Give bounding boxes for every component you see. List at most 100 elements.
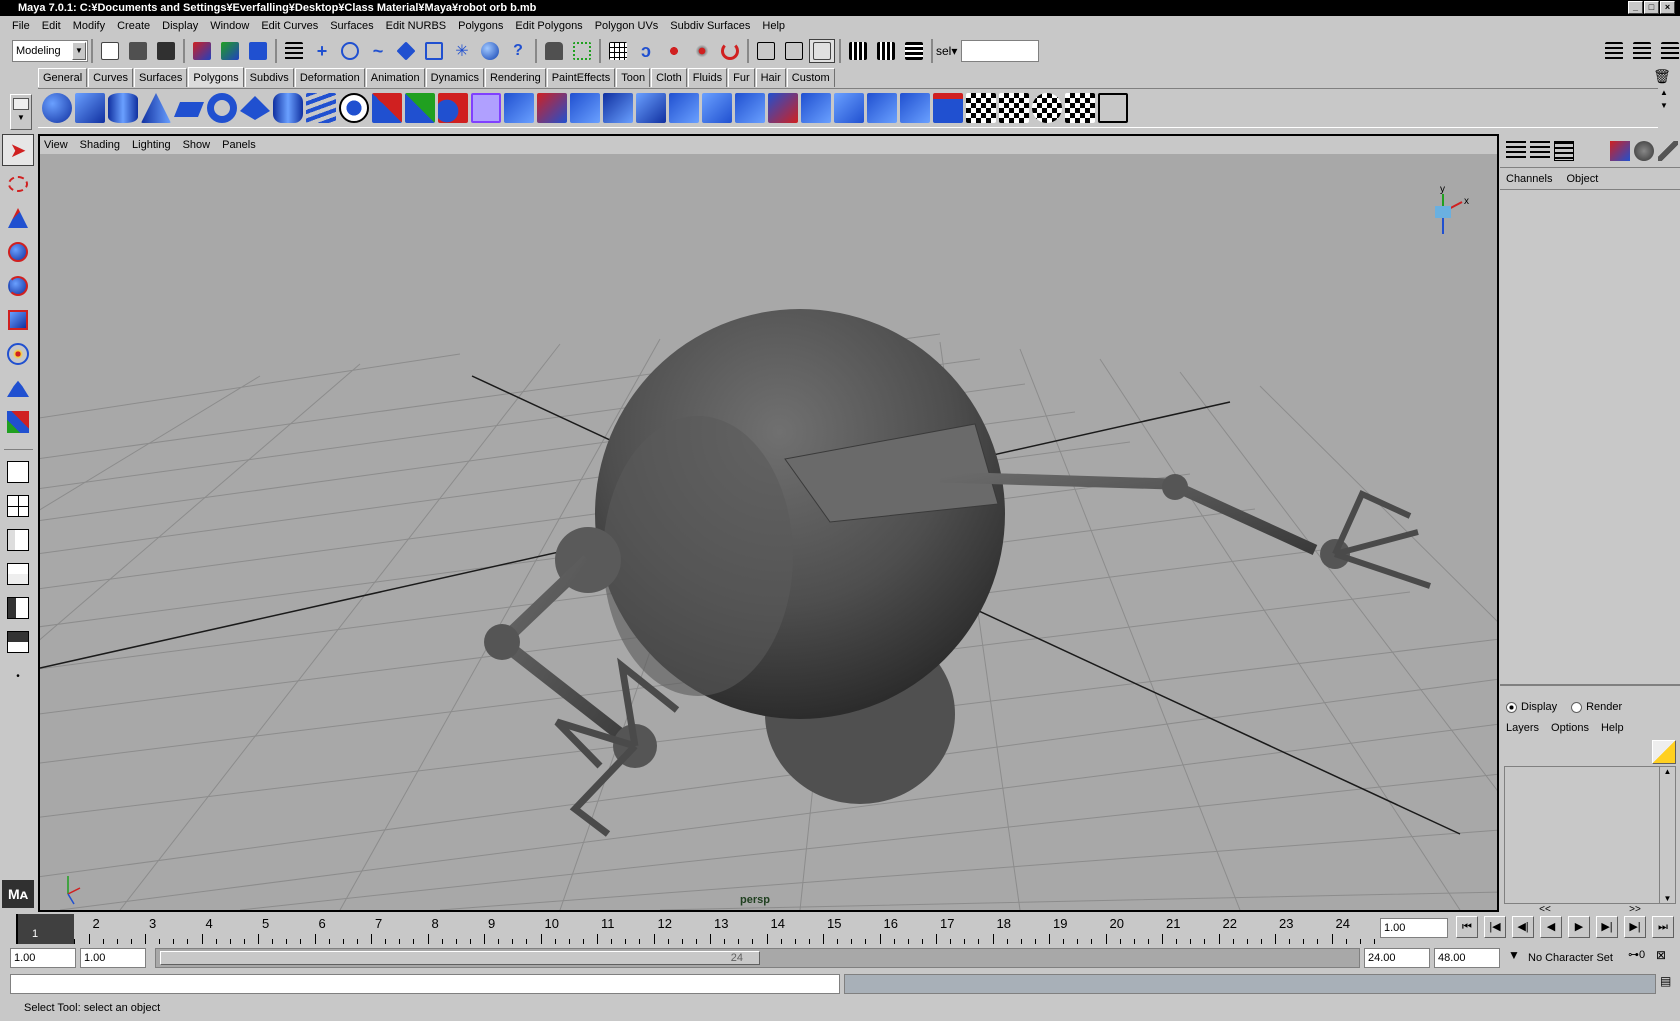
pin-icon[interactable]	[1658, 140, 1678, 161]
paint-select-tool-button[interactable]	[2, 202, 34, 234]
handles-mask-button[interactable]: +	[309, 39, 335, 63]
merge-vertices-icon[interactable]	[768, 93, 798, 123]
menu-polygons[interactable]: Polygons	[452, 20, 509, 32]
merge-edge-icon[interactable]	[801, 93, 831, 123]
current-frame-marker[interactable]: 1	[16, 914, 74, 944]
create-uvs-icon[interactable]	[1065, 93, 1095, 123]
channel-box-toggle[interactable]	[1657, 39, 1680, 63]
perspective-viewport[interactable]: View Shading Lighting Show Panels y x pe…	[38, 134, 1499, 912]
shelf-tab-fur[interactable]: Fur	[728, 68, 755, 87]
viewport-menu-lighting[interactable]: Lighting	[132, 139, 171, 151]
menuset-dropdown[interactable]: Modeling ▼	[12, 40, 88, 62]
render-globals-button[interactable]	[901, 39, 927, 63]
display-radio[interactable]	[1506, 701, 1517, 713]
bevel-icon[interactable]	[636, 93, 666, 123]
layout-hypershade-button[interactable]	[2, 592, 34, 624]
layout-graph-editor-button[interactable]	[2, 626, 34, 658]
shelf-tab-fluids[interactable]: Fluids	[687, 68, 728, 87]
soft-modification-button[interactable]	[2, 372, 34, 404]
construction-history-button[interactable]	[809, 39, 835, 63]
open-scene-button[interactable]	[125, 39, 151, 63]
shelf-tab-deformation[interactable]: Deformation	[294, 68, 365, 87]
viewport-menu-shading[interactable]: Shading	[80, 139, 120, 151]
menu-subdiv-surfaces[interactable]: Subdiv Surfaces	[664, 20, 756, 32]
layout-options-button[interactable]: •	[2, 660, 34, 692]
menu-help[interactable]: Help	[756, 20, 791, 32]
automatic-mapping-icon[interactable]	[1032, 93, 1062, 123]
range-slider-handle[interactable]: 24	[160, 951, 760, 965]
shelf-tab-custom[interactable]: Custom	[786, 68, 835, 87]
separate-icon[interactable]	[405, 93, 435, 123]
shelf-tab-surfaces[interactable]: Surfaces	[133, 68, 188, 87]
select-tool-button[interactable]: ➤	[2, 134, 34, 166]
menu-edit-polygons[interactable]: Edit Polygons	[509, 20, 588, 32]
layout-graph-persp-button[interactable]	[2, 558, 34, 590]
poly-torus-icon[interactable]	[207, 93, 237, 123]
curves-mask-button[interactable]: ~	[365, 39, 391, 63]
shelf-tab-curves[interactable]: Curves	[88, 68, 133, 87]
split-polygon-icon[interactable]	[570, 93, 600, 123]
menu-file[interactable]: File	[6, 20, 36, 32]
render-layer-icon[interactable]	[1634, 140, 1654, 161]
smooth-icon[interactable]	[471, 93, 501, 123]
menu-edit-curves[interactable]: Edit Curves	[255, 20, 324, 32]
trash-icon[interactable]: 🗑	[1652, 68, 1672, 86]
lock-selection-button[interactable]	[541, 39, 567, 63]
close-button[interactable]: ×	[1660, 1, 1675, 14]
render-frame-button[interactable]	[845, 39, 871, 63]
boolean-icon[interactable]	[438, 93, 468, 123]
character-set-label[interactable]: No Character Set	[1528, 948, 1626, 968]
time-slider[interactable]: 123456789101112131415161718192021222324 …	[12, 914, 1376, 944]
input-ops-button[interactable]	[753, 39, 779, 63]
play-forwards-button[interactable]: ▶	[1568, 916, 1590, 938]
poly-soccer-ball-icon[interactable]	[339, 93, 369, 123]
channels-menu[interactable]: Channels	[1506, 173, 1552, 185]
menu-edit-nurbs[interactable]: Edit NURBS	[380, 20, 453, 32]
create-layer-button[interactable]	[1652, 740, 1676, 764]
combine-icon[interactable]	[372, 93, 402, 123]
shelf-tab-dynamics[interactable]: Dynamics	[425, 68, 484, 87]
poly-sphere-icon[interactable]	[42, 93, 72, 123]
shelf-scroll[interactable]: ▲ ▼	[1656, 88, 1672, 128]
extrude-edge-icon[interactable]	[537, 93, 567, 123]
layout-outliner-persp-button[interactable]	[2, 524, 34, 556]
layers-help-menu[interactable]: Help	[1601, 722, 1624, 734]
poly-cylinder-icon[interactable]	[108, 93, 138, 123]
end-time-field[interactable]: 48.00	[1434, 948, 1500, 968]
go-to-start-button[interactable]: ⏮	[1456, 916, 1478, 938]
new-scene-button[interactable]	[97, 39, 123, 63]
layers-menu[interactable]: Layers	[1506, 722, 1539, 734]
menu-create[interactable]: Create	[111, 20, 156, 32]
snap-curve-button[interactable]: ↄ	[633, 39, 659, 63]
universal-manipulator-button[interactable]	[2, 338, 34, 370]
tool-settings-toggle[interactable]	[1629, 39, 1655, 63]
attribute-editor-toggle[interactable]	[1601, 39, 1627, 63]
wedge-face-icon[interactable]	[669, 93, 699, 123]
poly-prism-icon[interactable]	[240, 96, 270, 120]
animation-prefs-icon[interactable]: ⊠	[1656, 948, 1676, 968]
mel-input[interactable]	[10, 974, 840, 994]
append-polygon-icon[interactable]	[603, 93, 633, 123]
poly-plane-icon[interactable]	[174, 102, 204, 117]
snap-view-plane-button[interactable]	[689, 39, 715, 63]
shelf-tab-polygons[interactable]: Polygons	[188, 67, 244, 87]
viewport-menu-panels[interactable]: Panels	[222, 139, 256, 151]
layout-single-pane-button[interactable]	[2, 456, 34, 488]
extract-icon[interactable]	[735, 93, 765, 123]
menu-polygon-uvs[interactable]: Polygon UVs	[589, 20, 665, 32]
show-manipulator-button[interactable]	[2, 406, 34, 438]
menu-modify[interactable]: Modify	[67, 20, 111, 32]
options-menu[interactable]: Options	[1551, 722, 1589, 734]
select-hierarchy-button[interactable]	[189, 39, 215, 63]
menu-edit[interactable]: Edit	[36, 20, 67, 32]
quick-selection-label[interactable]: sel▾	[936, 44, 957, 58]
shelf-tab-general[interactable]: General	[38, 68, 88, 87]
chevron-down-icon[interactable]: ▼	[1502, 948, 1526, 968]
step-back-key-button[interactable]: |◀	[1484, 916, 1506, 938]
menu-window[interactable]: Window	[204, 20, 255, 32]
joints-mask-button[interactable]	[337, 39, 363, 63]
render-radio[interactable]	[1571, 701, 1583, 713]
maximize-button[interactable]: □	[1644, 1, 1659, 14]
highlight-selection-button[interactable]	[569, 39, 595, 63]
layer-list[interactable]: ▲ ▼	[1504, 766, 1676, 904]
